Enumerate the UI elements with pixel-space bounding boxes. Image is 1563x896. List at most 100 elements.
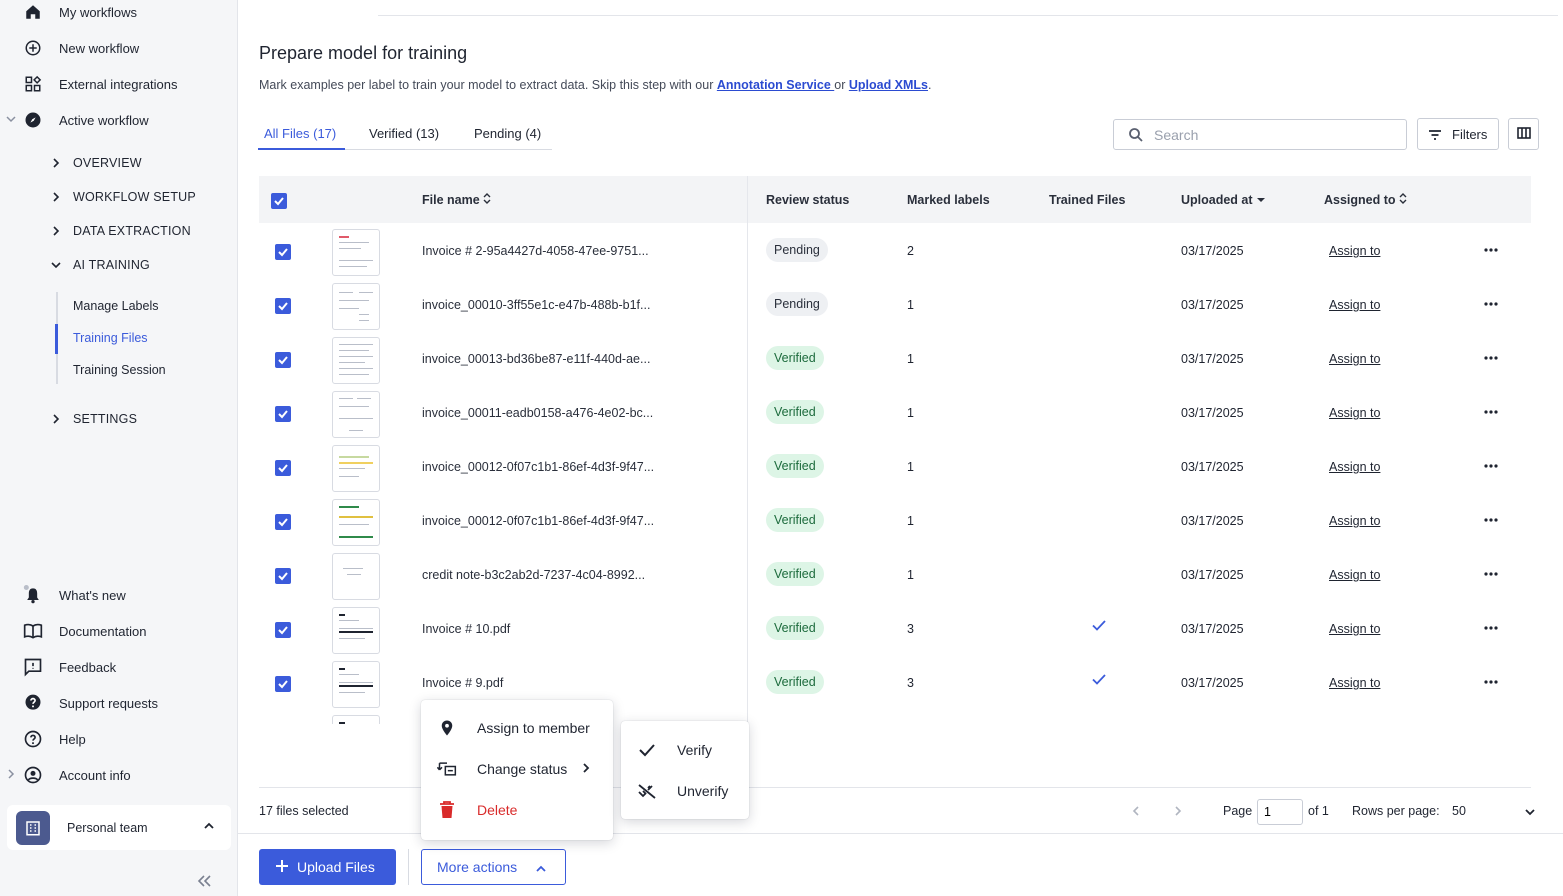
file-thumbnail[interactable]: [332, 283, 380, 330]
page-number-input[interactable]: [1257, 799, 1303, 825]
next-page-icon[interactable]: [1172, 805, 1184, 820]
nav-whats-new[interactable]: What's new: [0, 580, 238, 610]
file-thumbnail[interactable]: [332, 661, 380, 708]
select-all-checkbox[interactable]: [271, 193, 287, 209]
file-thumbnail[interactable]: [332, 445, 380, 492]
table-row[interactable]: invoice_00012-0f07c1b1-86ef-4d3f-9f47...…: [259, 494, 1531, 548]
section-data-extraction[interactable]: DATA EXTRACTION: [0, 216, 238, 246]
upload-files-button[interactable]: Upload Files: [259, 849, 396, 885]
table-row[interactable]: Invoice # 10.pdf Verified 3 03/17/2025 Assig…: [259, 602, 1531, 656]
upload-files-label: Upload Files: [297, 859, 375, 875]
more-options-icon[interactable]: [1484, 297, 1498, 314]
row-checkbox[interactable]: [275, 352, 291, 368]
table-row[interactable]: credit note-b3c2ab2d-7237-4c04-8992... Ve…: [259, 548, 1531, 602]
tab-pending[interactable]: Pending (4): [474, 126, 541, 141]
tab-verified[interactable]: Verified (13): [369, 126, 439, 141]
row-checkbox[interactable]: [275, 622, 291, 638]
section-workflow-setup[interactable]: WORKFLOW SETUP: [0, 182, 238, 212]
file-thumbnail[interactable]: [332, 391, 380, 438]
assign-to-link[interactable]: Assign to: [1329, 676, 1380, 690]
sidebar-item-training-session[interactable]: Training Session: [73, 363, 166, 377]
assign-to-link[interactable]: Assign to: [1329, 244, 1380, 258]
more-options-icon[interactable]: [1484, 675, 1498, 692]
row-checkbox[interactable]: [275, 406, 291, 422]
row-checkbox[interactable]: [275, 514, 291, 530]
file-name[interactable]: invoice_00013-bd36be87-e11f-440d-ae...: [422, 352, 650, 366]
chevron-down-icon[interactable]: [1524, 806, 1536, 821]
table-row[interactable]: Invoice # 2-95a4427d-4058-47ee-9751... Pe…: [259, 224, 1531, 278]
header-assigned-to[interactable]: Assigned to: [1324, 193, 1407, 207]
nav-feedback[interactable]: Feedback: [0, 652, 238, 682]
annotation-service-link[interactable]: Annotation Service: [717, 78, 834, 92]
assign-to-link[interactable]: Assign to: [1329, 460, 1380, 474]
file-thumbnail[interactable]: [332, 607, 380, 654]
more-options-icon[interactable]: [1484, 405, 1498, 422]
menu-item-verify[interactable]: Verify: [621, 730, 749, 770]
file-thumbnail[interactable]: [332, 499, 380, 546]
header-file-name[interactable]: File name: [422, 193, 491, 207]
file-thumbnail[interactable]: [332, 229, 380, 276]
more-options-icon[interactable]: [1484, 567, 1498, 584]
file-thumbnail[interactable]: [332, 337, 380, 384]
assign-to-link[interactable]: Assign to: [1329, 568, 1380, 582]
nav-external-integrations[interactable]: External integrations: [0, 69, 238, 99]
more-options-icon[interactable]: [1484, 351, 1498, 368]
row-checkbox[interactable]: [275, 244, 291, 260]
row-checkbox[interactable]: [275, 460, 291, 476]
nav-help[interactable]: Help: [0, 724, 238, 754]
menu-item-assign-to-member[interactable]: Assign to member: [421, 708, 613, 748]
row-checkbox[interactable]: [275, 298, 291, 314]
nav-documentation[interactable]: Documentation: [0, 616, 238, 646]
file-name[interactable]: invoice_00011-eadb0158-a476-4e02-bc...: [422, 406, 653, 420]
tab-all-files[interactable]: All Files (17): [264, 126, 336, 141]
file-name[interactable]: invoice_00012-0f07c1b1-86ef-4d3f-9f47...: [422, 514, 654, 528]
file-thumbnail[interactable]: [332, 715, 380, 724]
table-row[interactable]: invoice_00013-bd36be87-e11f-440d-ae... Ve…: [259, 332, 1531, 386]
nav-account-info[interactable]: Account info: [0, 760, 238, 790]
nav-new-workflow[interactable]: New workflow: [0, 33, 238, 63]
header-uploaded-at[interactable]: Uploaded at: [1181, 193, 1266, 207]
file-name[interactable]: credit note-b3c2ab2d-7237-4c04-8992...: [422, 568, 645, 582]
assign-to-link[interactable]: Assign to: [1329, 298, 1380, 312]
nav-active-workflow[interactable]: Active workflow: [0, 105, 238, 135]
menu-item-change-status[interactable]: Change status: [421, 749, 613, 789]
file-name[interactable]: Invoice # 10.pdf: [422, 622, 510, 636]
team-switcher[interactable]: Personal team: [7, 805, 231, 850]
upload-xmls-link[interactable]: Upload XMLs: [849, 78, 928, 92]
menu-item-unverify[interactable]: Unverify: [621, 771, 749, 811]
search-input[interactable]: [1154, 125, 1394, 145]
more-options-icon[interactable]: [1484, 459, 1498, 476]
table-row[interactable]: invoice_00010-3ff55e1c-e47b-488b-b1f... P…: [259, 278, 1531, 332]
table-row[interactable]: invoice_00011-eadb0158-a476-4e02-bc... Ve…: [259, 386, 1531, 440]
sidebar-item-manage-labels[interactable]: Manage Labels: [73, 299, 158, 313]
more-actions-button[interactable]: More actions: [421, 849, 566, 885]
table-row[interactable]: invoice_00012-0f07c1b1-86ef-4d3f-9f47...…: [259, 440, 1531, 494]
row-checkbox[interactable]: [275, 568, 291, 584]
section-settings[interactable]: SETTINGS: [0, 404, 238, 434]
more-options-icon[interactable]: [1484, 621, 1498, 638]
collapse-sidebar-icon[interactable]: [196, 873, 212, 892]
assign-to-link[interactable]: Assign to: [1329, 406, 1380, 420]
menu-item-delete[interactable]: Delete: [421, 790, 613, 830]
previous-page-icon[interactable]: [1130, 805, 1142, 820]
file-name[interactable]: invoice_00010-3ff55e1c-e47b-488b-b1f...: [422, 298, 650, 312]
assign-to-link[interactable]: Assign to: [1329, 352, 1380, 366]
rows-per-page-select[interactable]: 50: [1452, 804, 1466, 818]
sidebar-item-training-files[interactable]: Training Files: [73, 331, 148, 345]
file-name[interactable]: invoice_00012-0f07c1b1-86ef-4d3f-9f47...: [422, 460, 654, 474]
assign-to-link[interactable]: Assign to: [1329, 622, 1380, 636]
filters-button[interactable]: Filters: [1417, 118, 1499, 150]
columns-button[interactable]: [1508, 118, 1539, 150]
file-name[interactable]: Invoice # 9.pdf: [422, 676, 503, 690]
section-overview[interactable]: OVERVIEW: [0, 148, 238, 178]
assign-to-link[interactable]: Assign to: [1329, 514, 1380, 528]
nav-my-workflows[interactable]: My workflows: [0, 0, 238, 27]
section-label: AI TRAINING: [73, 258, 150, 272]
nav-support-requests[interactable]: Support requests: [0, 688, 238, 718]
file-name[interactable]: Invoice # 2-95a4427d-4058-47ee-9751...: [422, 244, 649, 258]
more-options-icon[interactable]: [1484, 513, 1498, 530]
more-options-icon[interactable]: [1484, 243, 1498, 260]
file-thumbnail[interactable]: [332, 553, 380, 600]
section-ai-training[interactable]: AI TRAINING: [0, 250, 238, 280]
row-checkbox[interactable]: [275, 676, 291, 692]
